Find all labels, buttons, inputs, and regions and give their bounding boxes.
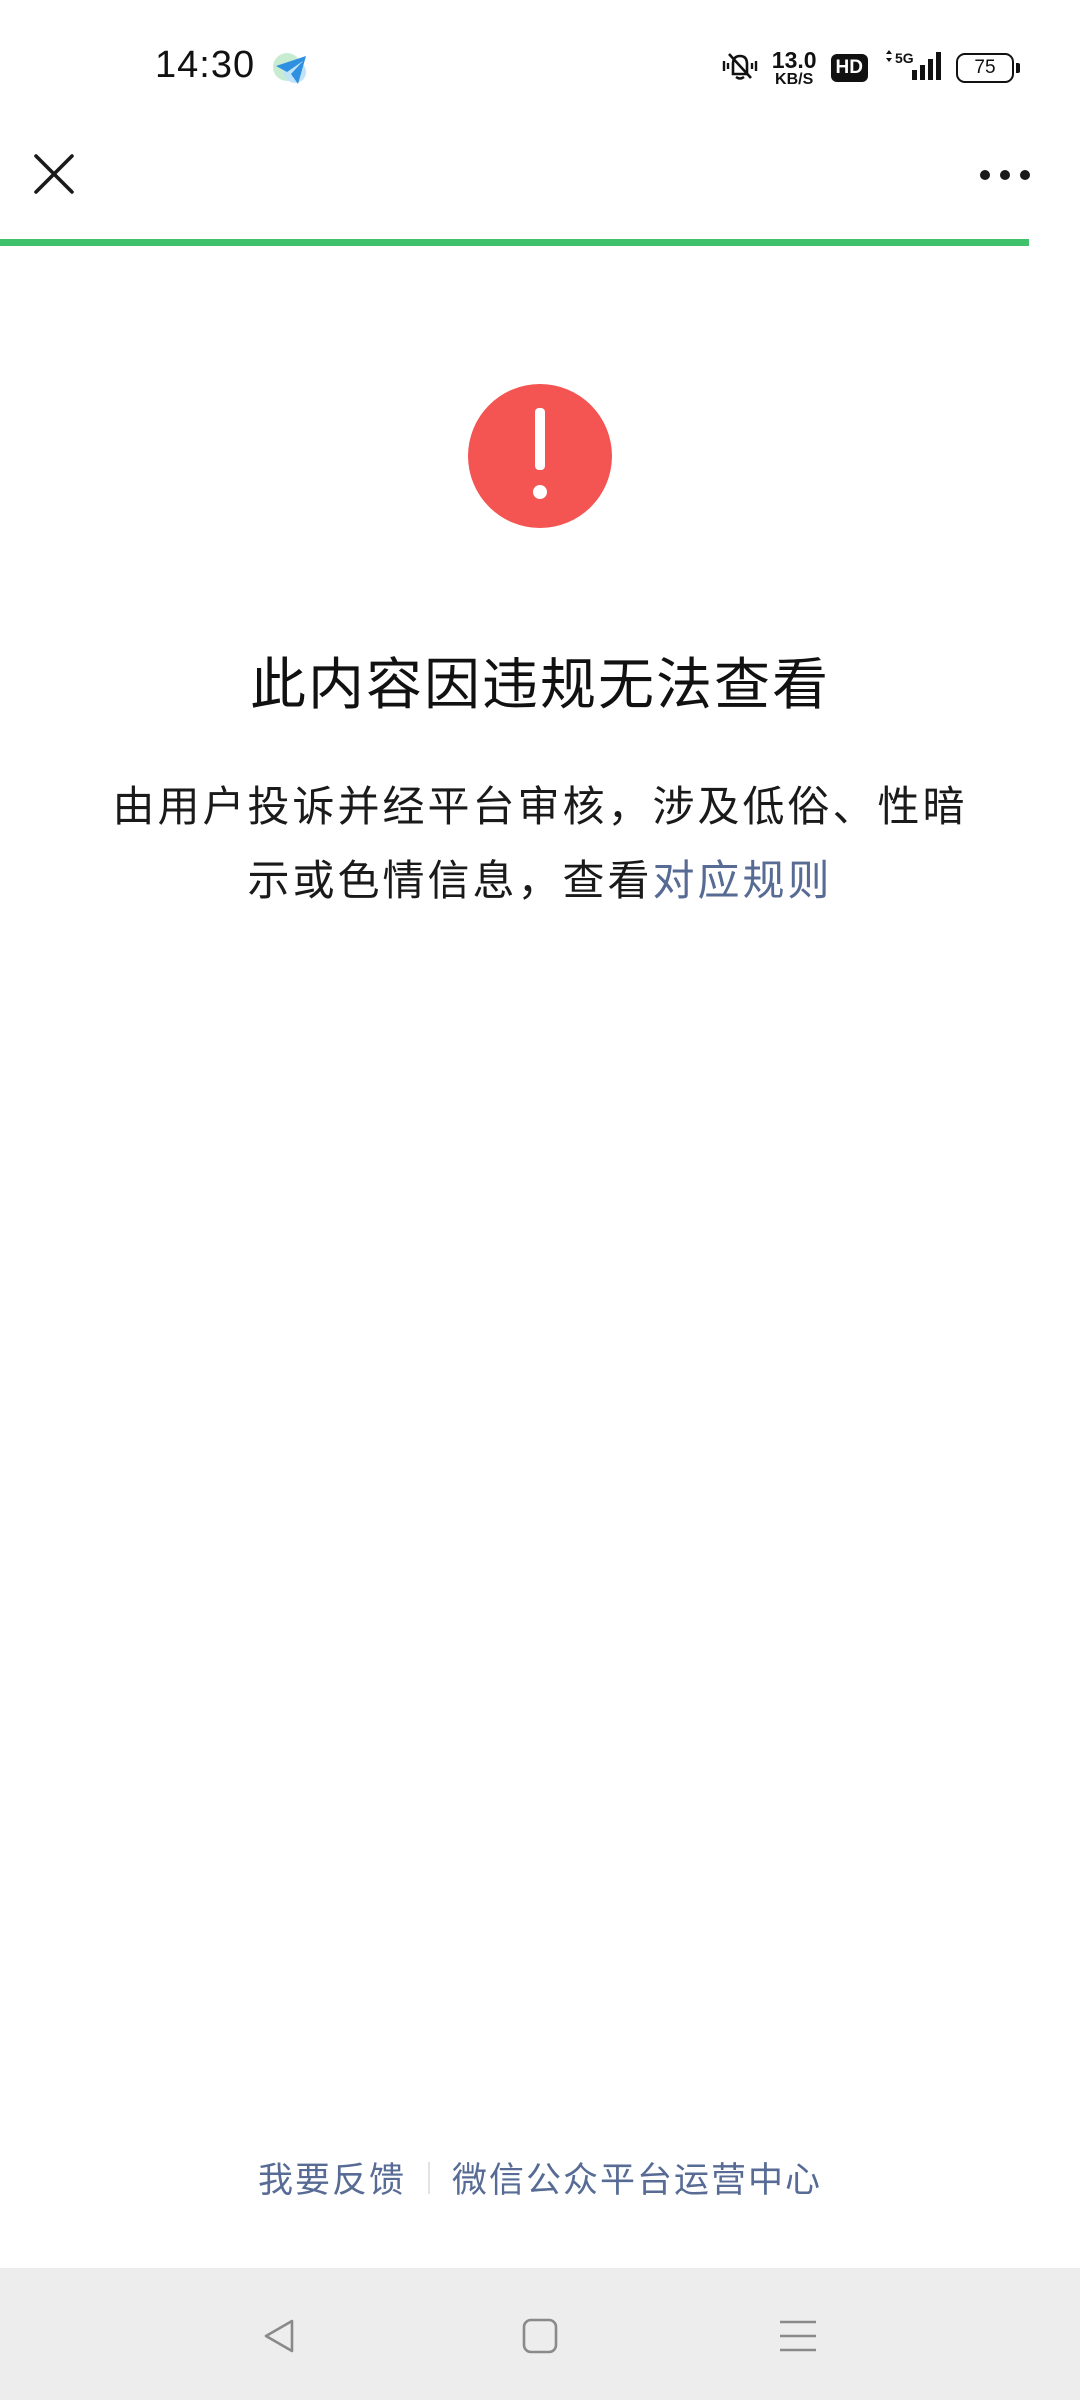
close-button[interactable] (26, 146, 82, 202)
footer-divider (428, 2161, 430, 2194)
menu-lines-icon (780, 2320, 816, 2352)
network-speed: 13.0 KB/S (771, 46, 817, 88)
page-load-progress-fill (0, 239, 1030, 246)
back-button[interactable] (250, 2306, 310, 2366)
exclamation-icon (468, 384, 612, 528)
footer-links: 我要反馈 微信公众平台运营中心 (0, 2152, 1080, 2203)
home-square-icon (522, 2318, 558, 2354)
status-indicators: 13.0 KB/S HD 5G 75 (722, 46, 1020, 90)
feedback-link[interactable]: 我要反馈 (258, 2152, 406, 2203)
page-load-progress (0, 239, 1080, 246)
home-button[interactable] (510, 2306, 570, 2366)
network-speed-value: 13.0 (771, 46, 817, 73)
status-bar: 14:30 13.0 KB/S HD 5G 75 (0, 0, 1080, 120)
violation-description: 由用户投诉并经平台审核，涉及低俗、性暗示或色情信息，查看对应规则 (95, 770, 985, 918)
violation-description-text: 由用户投诉并经平台审核，涉及低俗、性暗示或色情信息，查看 (112, 782, 968, 905)
rules-link[interactable]: 对应规则 (653, 856, 833, 905)
battery-indicator: 75 (956, 53, 1020, 83)
close-icon (34, 154, 74, 194)
system-navigation-bar (0, 2268, 1080, 2400)
violation-page: 14:30 13.0 KB/S HD 5G 75 此内容因违规无法查看 由用户投… (0, 0, 1080, 2400)
vibrate-silent-icon (722, 50, 758, 86)
back-triangle-icon (264, 2319, 294, 2353)
top-nav-bar (0, 120, 1080, 238)
menu-button[interactable] (768, 2306, 828, 2366)
hd-badge: HD (830, 54, 868, 82)
send-app-icon (270, 48, 312, 90)
platform-center-link[interactable]: 微信公众平台运营中心 (452, 2152, 822, 2203)
violation-title: 此内容因违规无法查看 (250, 653, 830, 718)
signal-5g-icon: 5G (882, 48, 942, 88)
more-options-button[interactable] (970, 150, 1040, 200)
status-time: 14:30 (155, 44, 256, 86)
network-speed-unit: KB/S (775, 70, 814, 88)
svg-text:5G: 5G (895, 50, 914, 66)
more-dots-icon (980, 170, 1030, 180)
